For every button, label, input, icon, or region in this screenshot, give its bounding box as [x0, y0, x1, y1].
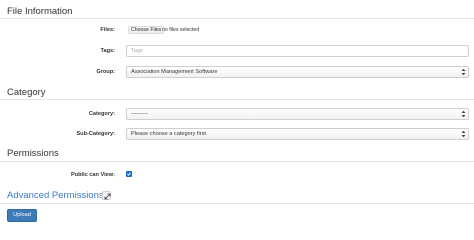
public-can-view-label: Public can View:	[70, 172, 115, 178]
select-arrows-icon	[461, 130, 466, 138]
tags-input[interactable]: Tags	[126, 45, 469, 57]
section-divider	[0, 161, 474, 162]
upload-button[interactable]: Upload	[7, 209, 37, 222]
category-select[interactable]: ---------	[126, 108, 469, 120]
section-divider	[0, 203, 474, 204]
section-title-file-information: File Information	[7, 6, 73, 17]
select-arrows-icon	[461, 68, 466, 76]
advanced-permissions-link[interactable]: Advanced Permissions	[7, 190, 104, 201]
select-arrows-icon	[461, 110, 466, 118]
sub-category-label: Sub-Category:	[76, 131, 115, 137]
category-selected-value: ---------	[131, 111, 148, 117]
sub-category-selected-value: Please choose a category first	[131, 131, 206, 137]
category-label: Category:	[88, 111, 115, 117]
checkmark-icon	[127, 172, 131, 176]
expand-advanced-permissions-button[interactable]	[102, 191, 111, 200]
tags-label: Tags:	[100, 48, 115, 54]
public-can-view-checkbox[interactable]	[126, 171, 132, 177]
section-title-permissions: Permissions	[7, 148, 59, 159]
section-divider	[0, 18, 474, 19]
group-select[interactable]: Association Management Software	[126, 66, 469, 78]
expand-icon	[104, 193, 111, 200]
section-divider	[0, 99, 474, 100]
section-title-category: Category	[7, 87, 46, 98]
choose-files-button[interactable]: Choose Files	[128, 26, 165, 34]
sub-category-select[interactable]: Please choose a category first	[126, 128, 469, 140]
file-selection-status: no files selected	[162, 27, 200, 33]
group-selected-value: Association Management Software	[131, 69, 218, 75]
files-label: Files:	[100, 27, 115, 33]
tags-placeholder: Tags	[131, 48, 143, 54]
group-label: Group:	[96, 69, 115, 75]
